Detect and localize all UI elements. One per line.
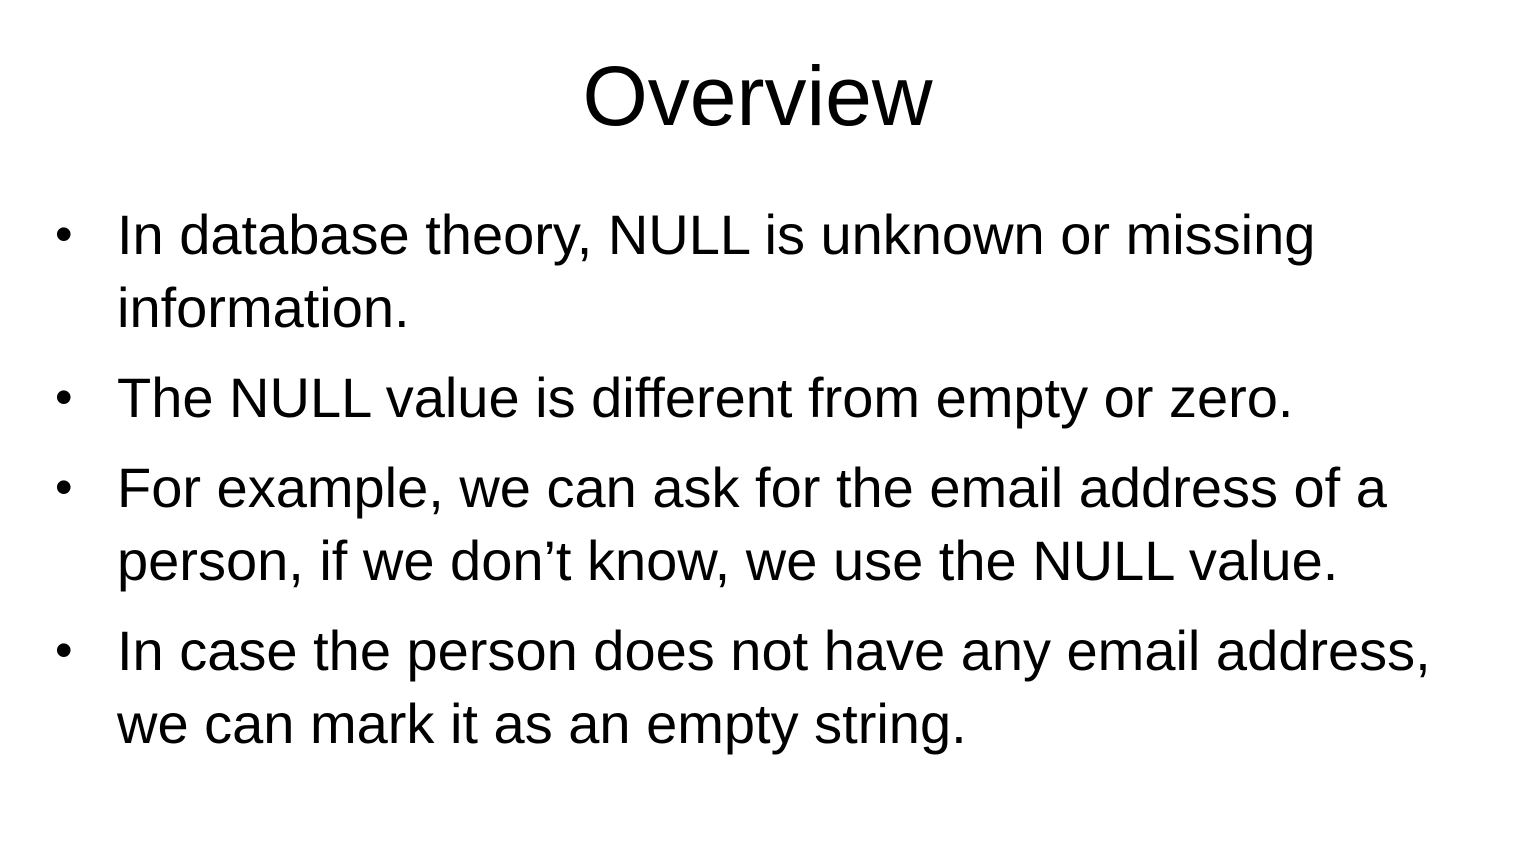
bullet-item: • For example, we can ask for the email … xyxy=(55,451,1485,597)
bullet-item: • The NULL value is different from empty… xyxy=(55,361,1485,434)
slide-title: Overview xyxy=(582,49,933,143)
bullet-text: For example, we can ask for the email ad… xyxy=(117,456,1387,592)
bullet-text: The NULL value is different from empty o… xyxy=(117,366,1294,429)
bullet-item: • In case the person does not have any e… xyxy=(55,614,1485,760)
bullet-text: In case the person does not have any ema… xyxy=(117,619,1431,755)
bullet-list: • In database theory, NULL is unknown or… xyxy=(55,198,1485,760)
bullet-icon: • xyxy=(55,206,73,262)
bullet-icon: • xyxy=(55,459,73,515)
bullet-icon: • xyxy=(55,622,73,678)
bullet-icon: • xyxy=(55,369,73,425)
bullet-item: • In database theory, NULL is unknown or… xyxy=(55,198,1485,344)
bullet-text: In database theory, NULL is unknown or m… xyxy=(117,203,1316,339)
slide: Overview • In database theory, NULL is u… xyxy=(0,0,1515,865)
